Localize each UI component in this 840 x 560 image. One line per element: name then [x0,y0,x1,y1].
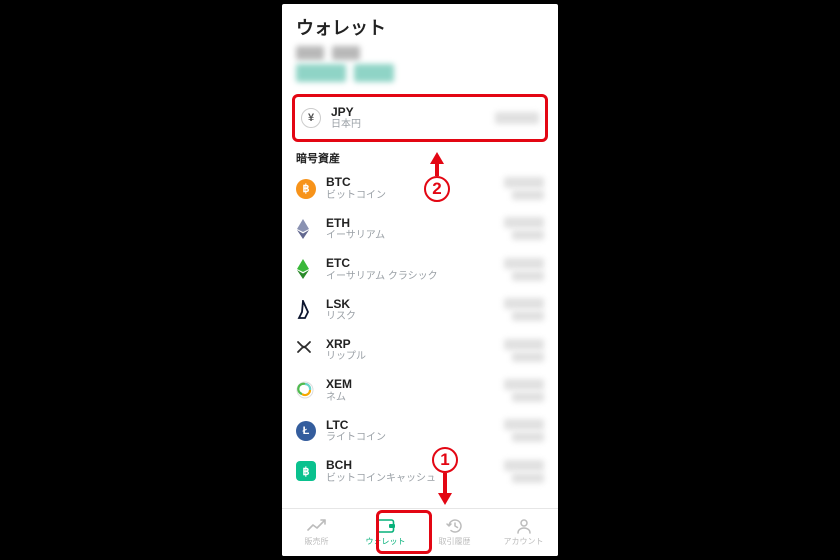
lsk-icon [296,300,316,320]
page-title: ウォレット [282,4,558,46]
asset-name: ビットコインキャッシュ [326,473,504,485]
asset-symbol: BCH [326,458,504,472]
callout-number: 1 [432,447,458,473]
asset-name: イーサリアム [326,230,504,242]
tab-exchange[interactable]: 販売所 [282,509,351,556]
asset-symbol: BTC [326,175,504,189]
xem-icon [296,381,316,401]
chart-icon [307,518,327,534]
ltc-icon: Ł [296,421,316,441]
asset-value [504,339,544,362]
asset-value [504,419,544,442]
asset-symbol: LSK [326,297,504,311]
asset-value [504,177,544,200]
tab-history[interactable]: 取引履歴 [420,509,489,556]
etc-icon [296,259,316,279]
asset-value [504,258,544,281]
tab-label: 取引履歴 [439,536,471,547]
tab-label: アカウント [504,536,544,547]
asset-name: イーサリアム クラシック [326,271,504,283]
asset-value [504,379,544,402]
btc-icon: ฿ [296,179,316,199]
wallet-screen: ウォレット ¥ JPY 日本円 暗号資産 ฿BTCビットコインETHイーサリアム… [282,4,558,556]
asset-row-jpy[interactable]: ¥ JPY 日本円 [292,94,548,142]
arrow-up-icon [430,152,444,164]
asset-symbol: ETC [326,256,504,270]
asset-name: リスク [326,311,504,323]
asset-value [504,298,544,321]
callout-2: 2 [424,152,450,202]
total-balance [282,46,558,88]
asset-value [504,460,544,483]
arrow-down-icon [438,493,452,505]
asset-name: リップル [326,351,504,363]
tab-wallet[interactable]: ウォレット [351,509,420,556]
asset-list: ฿BTCビットコインETHイーサリアムETCイーサリアム クラシックLSKリスク… [282,168,558,491]
tab-bar: 販売所 ウォレット 取引履歴 アカウント [282,508,558,556]
asset-row-xrp[interactable]: XRPリップル [282,330,558,370]
asset-name: 日本円 [331,119,495,131]
asset-row-bch[interactable]: ฿ BCHビットコインキャッシュ [282,451,558,491]
wallet-icon [376,518,396,534]
bch-icon: ฿ [296,461,316,481]
asset-symbol: XEM [326,377,504,391]
tab-account[interactable]: アカウント [489,509,558,556]
asset-symbol: ETH [326,216,504,230]
history-icon [445,518,465,534]
asset-symbol: LTC [326,418,504,432]
section-crypto-heading: 暗号資産 [282,146,558,168]
callout-1: 1 [432,447,458,505]
asset-row-ltc[interactable]: Ł LTCライトコイン [282,411,558,451]
asset-row-lsk[interactable]: LSKリスク [282,290,558,330]
asset-name: ネム [326,392,504,404]
asset-name: ビットコイン [326,190,504,202]
asset-row-btc[interactable]: ฿ BTCビットコイン [282,168,558,208]
callout-number: 2 [424,176,450,202]
tab-label: 販売所 [305,536,329,547]
asset-name: ライトコイン [326,432,504,444]
asset-row-eth[interactable]: ETHイーサリアム [282,209,558,249]
eth-icon [296,219,316,239]
account-icon [514,518,534,534]
xrp-icon [296,340,316,360]
tab-label: ウォレット [366,536,406,547]
asset-row-etc[interactable]: ETCイーサリアム クラシック [282,249,558,289]
asset-value [495,112,539,124]
asset-row-xem[interactable]: XEMネム [282,370,558,410]
asset-symbol: JPY [331,105,495,119]
asset-symbol: XRP [326,337,504,351]
yen-icon: ¥ [301,108,321,128]
asset-value [504,217,544,240]
